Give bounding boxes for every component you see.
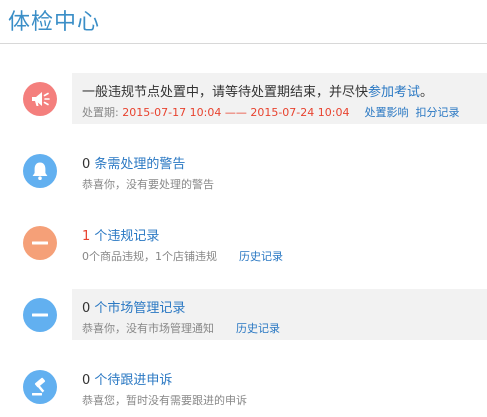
period-label: 处置期: [82,106,119,119]
appeals-card: 0 个待跟进申诉 恭喜您，暂时没有需要跟进的申诉 [72,361,487,412]
market-detail: 恭喜你，没有市场管理通知 [82,322,214,335]
take-exam-link[interactable]: 参加考试 [368,85,420,100]
minus-icon [23,226,57,260]
megaphone-icon [23,82,57,116]
appeals-title: 0 个待跟进申诉 [82,369,172,388]
notice-period-mark: 。 [420,85,434,100]
violations-card: 1 个违规记录 0个商品违规，1个店铺违规 历史记录 [72,217,487,268]
warnings-card: 0 条需处理的警告 恭喜你，没有要处理的警告 [72,145,487,196]
notice-card: 一般违规节点处置中，请等待处置期结束，并尽快参加考试。 处置期: 2015-07… [72,73,487,124]
warnings-link[interactable]: 条需处理的警告 [94,157,185,172]
minus-icon [23,298,57,332]
violations-link[interactable]: 个违规记录 [94,229,159,244]
gavel-icon [23,370,57,404]
notice-text: 一般违规节点处置中，请等待处置期结束，并尽快 [82,85,369,100]
warnings-subtitle: 恭喜你，没有要处理的警告 [82,178,214,191]
appeals-link[interactable]: 个待跟进申诉 [94,373,172,388]
page-title: 体检中心 [8,10,101,35]
bell-icon [23,154,57,188]
period-start: 2015-07-17 10:04 [122,106,222,119]
violations-history-link[interactable]: 历史记录 [239,250,283,263]
market-subtitle: 恭喜你，没有市场管理通知 历史记录 [82,320,280,336]
market-count: 0 [82,301,91,316]
violations-title: 1 个违规记录 [82,225,159,244]
deduction-record-link[interactable]: 扣分记录 [415,106,459,119]
period-separator: —— [224,106,247,119]
appeals-subtitle: 恭喜您，暂时没有需要跟进的申诉 [82,394,247,407]
period-end: 2015-07-24 10:04 [250,106,350,119]
warnings-count: 0 [82,157,91,172]
violations-detail: 0个商品违规，1个店铺违规 [82,250,217,263]
violations-subtitle: 0个商品违规，1个店铺违规 历史记录 [82,248,283,264]
market-title: 0 个市场管理记录 [82,297,185,316]
title-divider [0,43,487,44]
violations-count: 1 [82,229,91,244]
disposal-period: 处置期: 2015-07-17 10:04 —— 2015-07-24 10:0… [82,104,459,120]
warnings-title: 0 条需处理的警告 [82,153,185,172]
notice-title: 一般违规节点处置中，请等待处置期结束，并尽快参加考试。 [82,81,433,100]
appeals-count: 0 [82,373,91,388]
market-link[interactable]: 个市场管理记录 [94,301,185,316]
market-history-link[interactable]: 历史记录 [236,322,280,335]
disposal-impact-link[interactable]: 处置影响 [364,106,408,119]
market-card: 0 个市场管理记录 恭喜你，没有市场管理通知 历史记录 [72,289,487,340]
